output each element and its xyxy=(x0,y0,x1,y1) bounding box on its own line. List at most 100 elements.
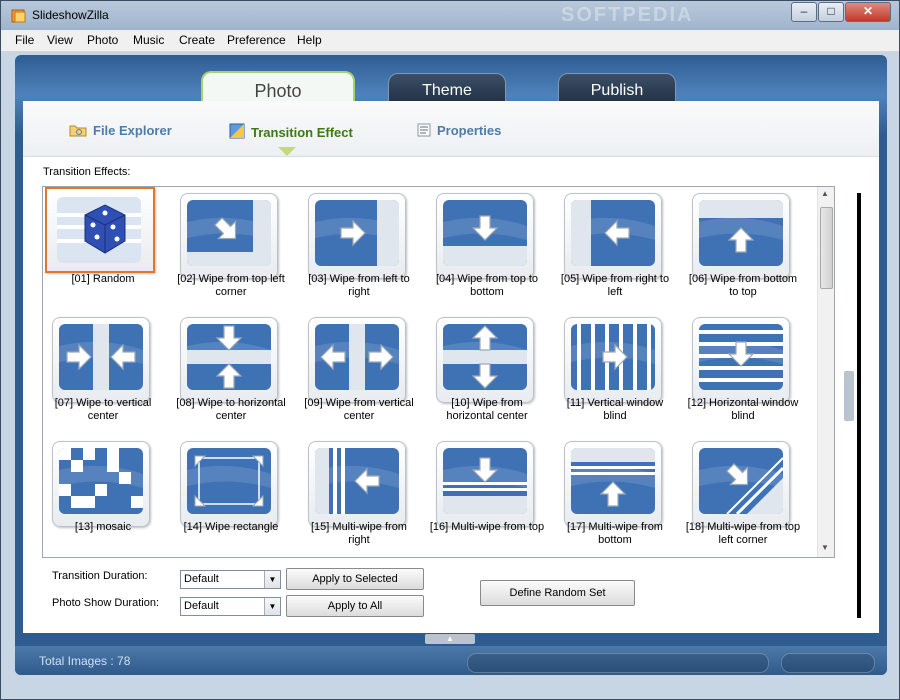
sub-tab-bar: File Explorer Transition Effect Properti… xyxy=(23,101,879,157)
effect-tile[interactable]: [18] Multi-wipe from top left corner xyxy=(683,435,803,546)
chevron-down-icon[interactable]: ▼ xyxy=(264,571,280,588)
maximize-button[interactable]: □ xyxy=(818,2,844,22)
effect-tile[interactable]: [09] Wipe from vertical center xyxy=(299,311,419,422)
effect-thumbnail[interactable] xyxy=(692,441,790,527)
effect-tile[interactable]: [11] Vertical window blind xyxy=(555,311,675,422)
effect-tile[interactable]: [04] Wipe from top to bottom xyxy=(427,187,547,298)
effect-label: [11] Vertical window blind xyxy=(566,397,664,422)
side-panel-toggle[interactable] xyxy=(844,371,854,421)
effect-tile[interactable]: [06] Wipe from bottom to top xyxy=(683,187,803,298)
effect-tile[interactable]: [07] Wipe to vertical center xyxy=(43,311,163,422)
subtab-label: File Explorer xyxy=(93,123,172,138)
menu-help[interactable]: Help xyxy=(297,33,322,47)
chevron-down-icon[interactable]: ▼ xyxy=(264,598,280,615)
effect-label: [03] Wipe from left to right xyxy=(308,273,410,298)
effect-thumbnail[interactable] xyxy=(564,193,662,279)
vertical-blind-icon xyxy=(571,324,655,390)
effect-thumbnail[interactable] xyxy=(180,193,278,279)
mosaic-icon xyxy=(59,448,143,514)
effect-thumbnail[interactable] xyxy=(52,441,150,527)
folder-icon xyxy=(69,125,87,137)
total-images-count: Total Images : 78 xyxy=(39,654,131,668)
photo-show-duration-select[interactable]: Default ▼ xyxy=(180,597,281,616)
effect-label: [09] Wipe from vertical center xyxy=(304,397,414,422)
effect-tile[interactable]: [01] Random xyxy=(43,187,163,297)
scroll-down-arrow-icon[interactable]: ▼ xyxy=(821,543,829,552)
transition-duration-select[interactable]: Default ▼ xyxy=(180,570,281,589)
arrows-from-vertical-center-icon xyxy=(315,324,399,390)
watermark: SOFTPEDIA xyxy=(561,4,694,26)
horizontal-blind-icon xyxy=(699,324,783,390)
arrow-right-icon xyxy=(315,200,399,266)
effect-thumbnail[interactable] xyxy=(436,193,534,279)
effect-thumbnail[interactable] xyxy=(308,193,406,279)
subtab-label: Transition Effect xyxy=(251,125,353,140)
subtab-file-explorer[interactable]: File Explorer xyxy=(69,123,172,138)
bottom-panel-toggle[interactable]: ▲ xyxy=(425,634,475,644)
photo-show-duration-value: Default xyxy=(184,600,219,612)
effect-thumbnail[interactable] xyxy=(692,193,790,279)
menu-photo[interactable]: Photo xyxy=(87,33,118,47)
arrows-to-horizontal-center-icon xyxy=(187,324,271,390)
apply-to-selected-button[interactable]: Apply to Selected xyxy=(286,568,424,590)
effect-tile[interactable]: [02] Wipe from top left corner xyxy=(171,187,291,298)
effect-tile[interactable]: [10] Wipe from horizontal center xyxy=(427,311,547,422)
wipe-rectangle-icon xyxy=(187,448,271,514)
effect-label: [04] Wipe from top to bottom xyxy=(435,273,539,298)
effect-thumbnail[interactable] xyxy=(436,317,534,403)
effect-thumbnail[interactable] xyxy=(692,317,790,403)
arrow-left-icon xyxy=(571,200,655,266)
transition-duration-label: Transition Duration: xyxy=(52,570,148,582)
arrows-from-horizontal-center-icon xyxy=(443,324,527,390)
effect-thumbnail[interactable] xyxy=(180,317,278,403)
effect-thumbnail[interactable] xyxy=(436,441,534,527)
effect-tile[interactable]: [05] Wipe from right to left xyxy=(555,187,675,298)
effects-scrollbar[interactable]: ▲ ▼ xyxy=(817,187,834,557)
effect-label: [06] Wipe from bottom to top xyxy=(688,273,798,298)
effect-thumbnail[interactable] xyxy=(308,441,406,527)
effect-label: [14] Wipe rectangle xyxy=(183,521,279,533)
arrow-down-right-icon xyxy=(187,200,271,266)
effect-thumbnail[interactable] xyxy=(180,441,278,527)
title-bar: SlideshowZilla SOFTPEDIA – □ ✕ xyxy=(1,1,899,30)
active-subtab-marker xyxy=(278,147,296,156)
effect-tile[interactable]: [14] Wipe rectangle xyxy=(171,435,291,545)
effect-thumbnail[interactable] xyxy=(52,317,150,403)
scrollbar-thumb[interactable] xyxy=(820,207,833,289)
arrow-down-icon xyxy=(443,200,527,266)
menu-view[interactable]: View xyxy=(47,33,73,47)
effect-tile[interactable]: [16] Multi-wipe from top xyxy=(427,435,547,545)
effect-label: [16] Multi-wipe from top xyxy=(429,521,545,533)
effect-tile[interactable]: [17] Multi-wipe from bottom xyxy=(555,435,675,546)
menu-create[interactable]: Create xyxy=(179,33,215,47)
effect-thumbnail[interactable] xyxy=(564,441,662,527)
app-logo-icon xyxy=(11,9,26,23)
effect-tile[interactable]: [08] Wipe to horizontal center xyxy=(171,311,291,422)
effect-tile[interactable]: [15] Multi-wipe from right xyxy=(299,435,419,546)
effect-thumbnail[interactable] xyxy=(564,317,662,403)
menu-music[interactable]: Music xyxy=(133,33,164,47)
effect-label: [13] mosaic xyxy=(74,521,132,533)
effect-thumbnail[interactable] xyxy=(308,317,406,403)
effect-label: [02] Wipe from top left corner xyxy=(177,273,285,298)
minimize-button[interactable]: – xyxy=(791,2,817,22)
close-button[interactable]: ✕ xyxy=(845,2,891,22)
multi-wipe-top-left-icon xyxy=(699,448,783,514)
apply-to-all-button[interactable]: Apply to All xyxy=(286,595,424,617)
scroll-up-arrow-icon[interactable]: ▲ xyxy=(821,189,829,198)
effects-grid: [01] Random [02] Wipe from top left corne… xyxy=(42,186,835,558)
transition-duration-value: Default xyxy=(184,573,219,585)
effect-tile[interactable]: [13] mosaic xyxy=(43,435,163,545)
properties-icon xyxy=(417,123,431,137)
subtab-properties[interactable]: Properties xyxy=(417,123,501,138)
status-field xyxy=(467,653,769,673)
menu-file[interactable]: File xyxy=(15,33,34,47)
define-random-set-button[interactable]: Define Random Set xyxy=(480,580,635,606)
effect-thumbnail[interactable] xyxy=(45,187,155,273)
subtab-transition-effect[interactable]: Transition Effect xyxy=(229,123,353,140)
effect-tile[interactable]: [12] Horizontal window blind xyxy=(683,311,803,422)
arrows-to-vertical-center-icon xyxy=(59,324,143,390)
effect-label: [12] Horizontal window blind xyxy=(687,397,799,422)
effect-tile[interactable]: [03] Wipe from left to right xyxy=(299,187,419,298)
menu-preference[interactable]: Preference xyxy=(227,33,286,47)
